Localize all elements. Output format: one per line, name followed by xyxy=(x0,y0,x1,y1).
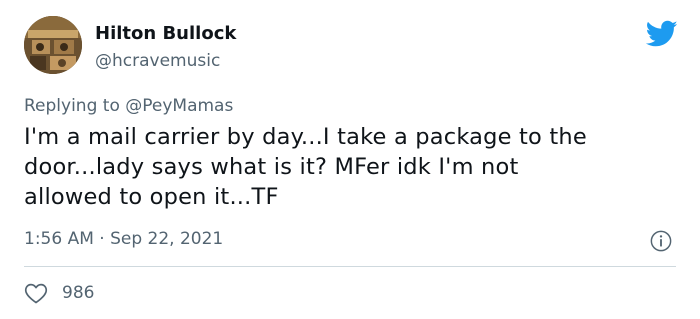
tweet-text-line: I'm a mail carrier by day...I take a pac… xyxy=(24,124,587,150)
replying-prefix: Replying to xyxy=(24,96,126,116)
avatar[interactable] xyxy=(24,16,82,74)
tweet-text: I'm a mail carrier by day...I take a pac… xyxy=(24,122,674,212)
like-button[interactable]: 986 xyxy=(24,280,94,306)
author-name[interactable]: Hilton Bullock xyxy=(95,23,236,44)
reply-mention-link[interactable]: @PeyMamas xyxy=(125,96,233,116)
heart-icon xyxy=(24,283,48,304)
avatar-image xyxy=(24,16,82,74)
replying-to: Replying to @PeyMamas xyxy=(24,96,233,116)
tweet-text-line: allowed to open it...TF xyxy=(24,184,279,210)
tweet-timestamp[interactable]: 1:56 AM · Sep 22, 2021 xyxy=(24,229,223,249)
like-count: 986 xyxy=(62,283,95,303)
tweet-text-line: door...lady says what is it? MFer idk I'… xyxy=(24,154,519,180)
tweet-card: Hilton Bullock @hcravemusic Replying to … xyxy=(0,0,700,319)
info-icon[interactable] xyxy=(650,230,672,252)
divider xyxy=(24,266,676,267)
twitter-bird-icon[interactable] xyxy=(646,20,678,48)
author-handle[interactable]: @hcravemusic xyxy=(95,51,220,71)
